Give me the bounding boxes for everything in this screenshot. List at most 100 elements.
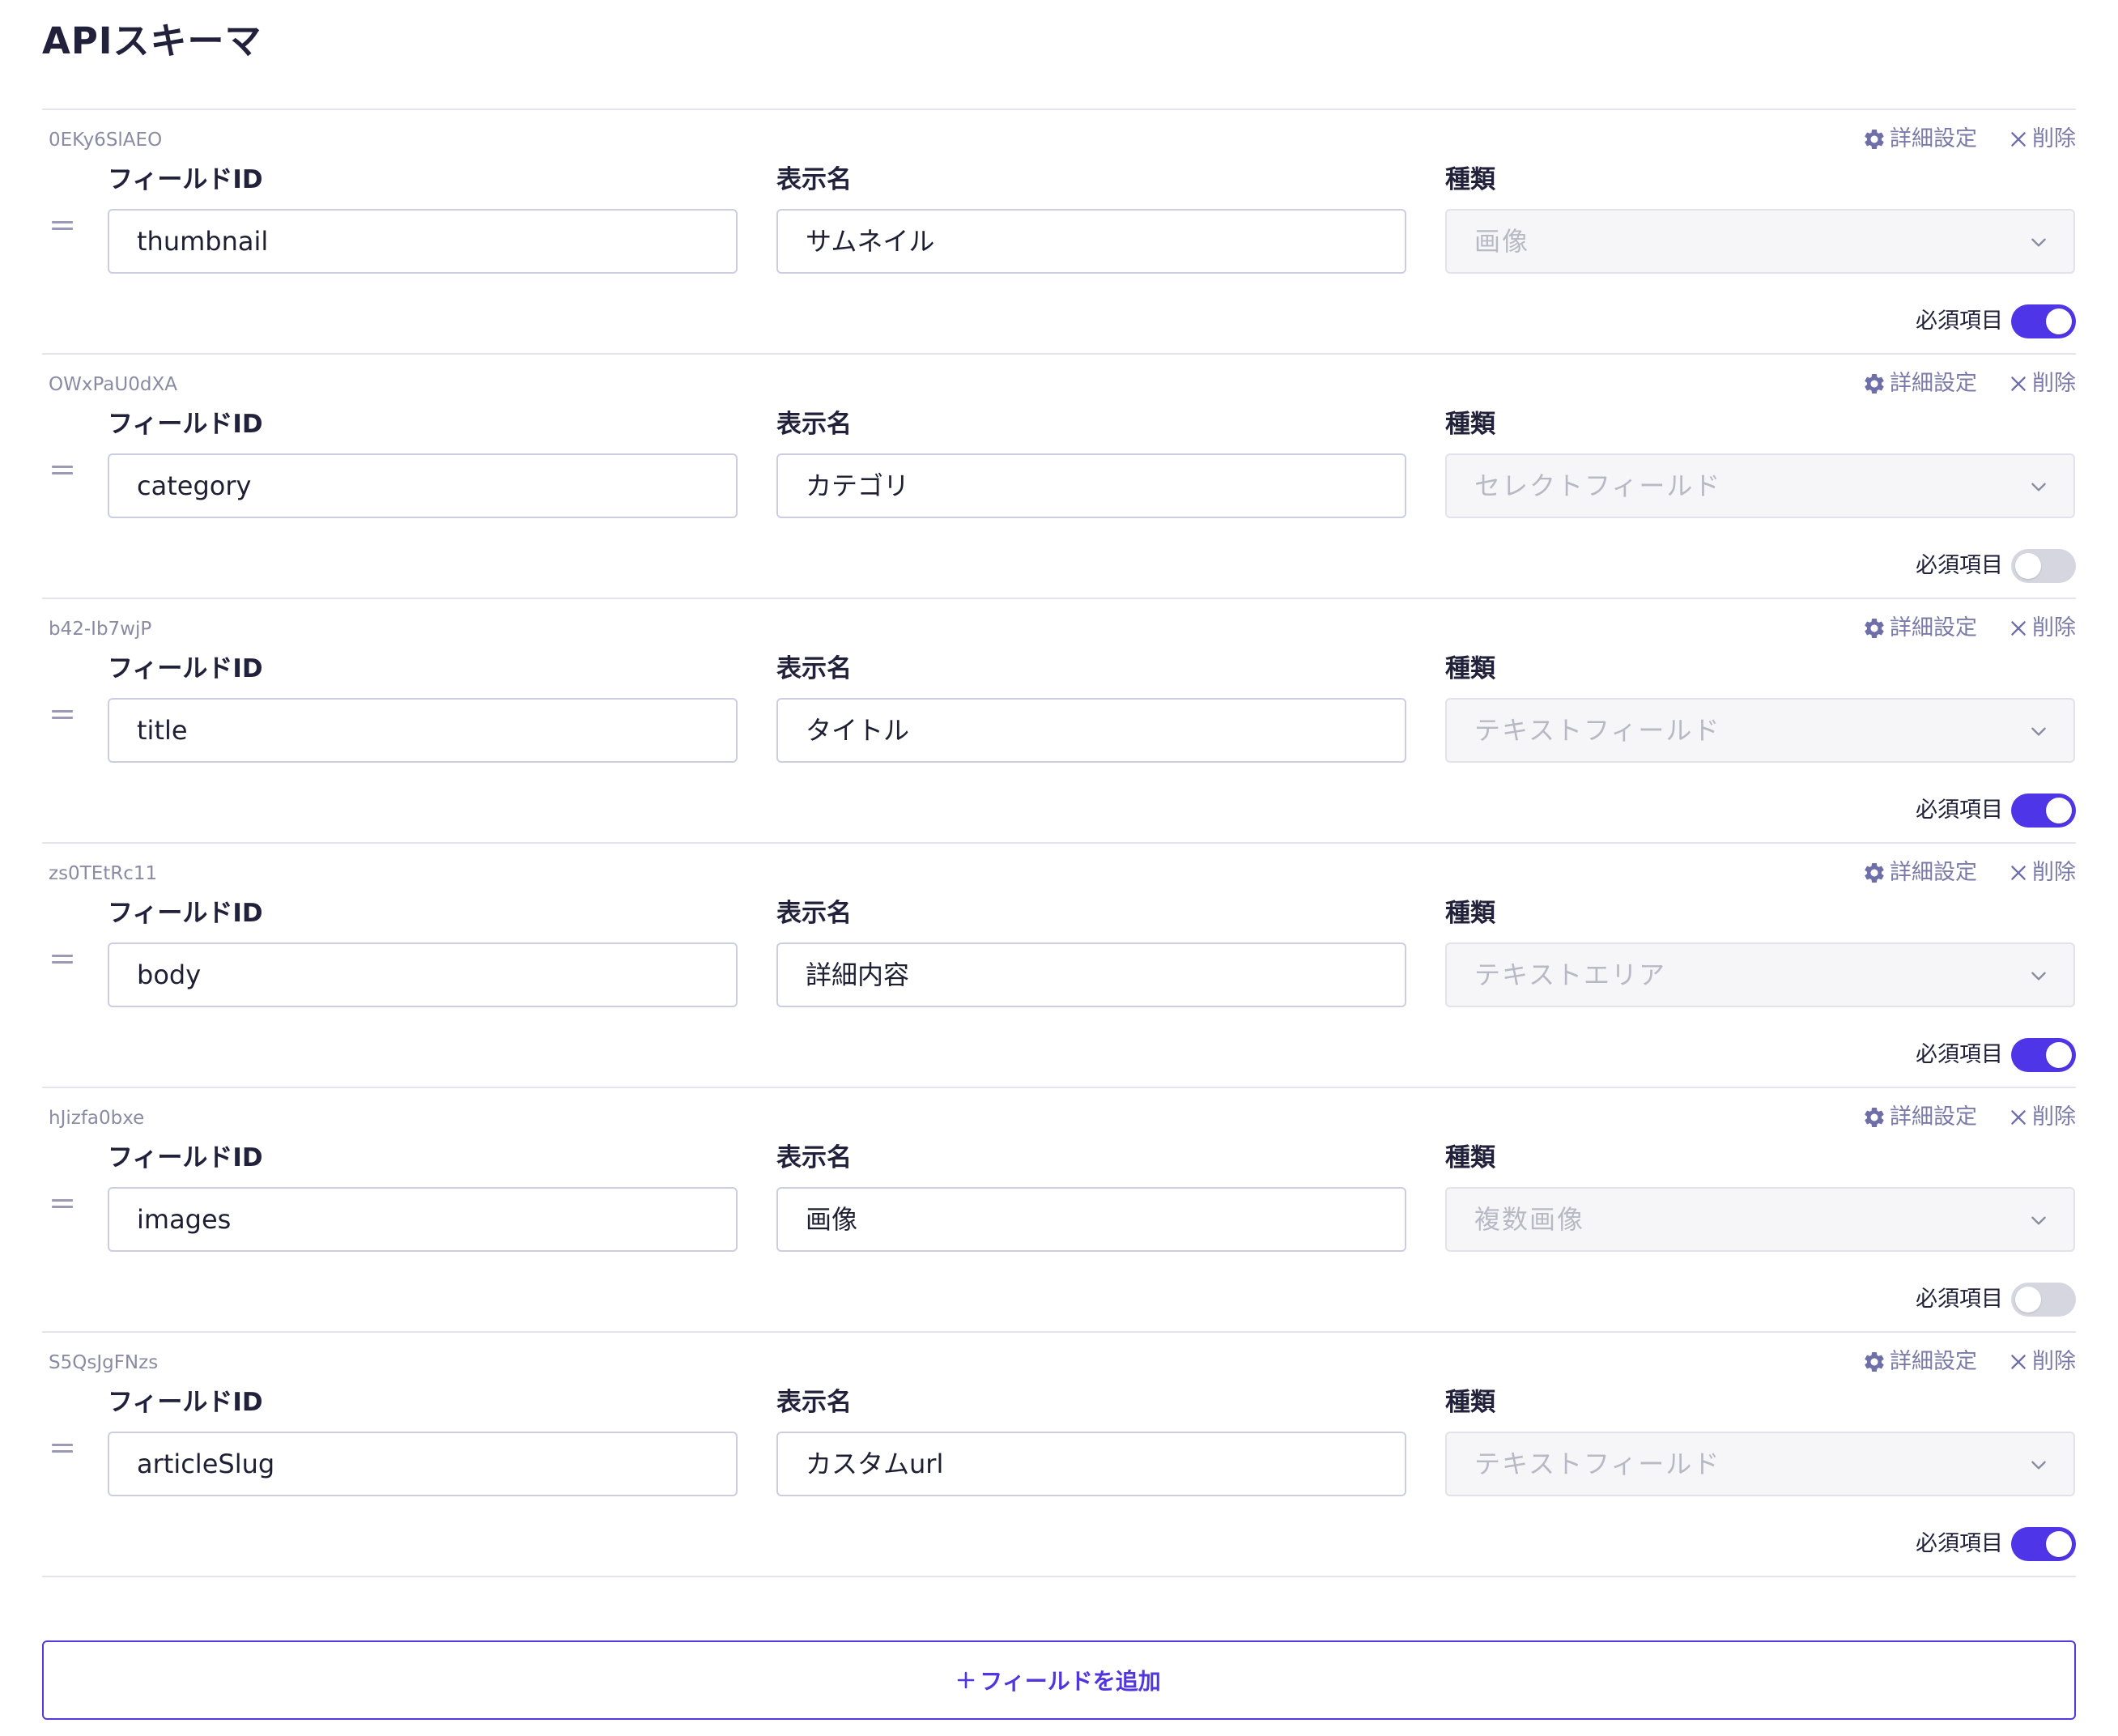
- close-icon: [2011, 377, 2026, 391]
- chevron-down-icon: [2031, 1216, 2046, 1225]
- drag-handle-icon[interactable]: [52, 709, 74, 721]
- display-name-group: 表示名 タイトル: [776, 653, 1406, 763]
- gear-icon: [1865, 1108, 1884, 1127]
- toggle-knob: [2046, 798, 2072, 823]
- settings-label: 詳細設定: [1890, 1104, 1977, 1130]
- display-name-group: 表示名 画像: [776, 1142, 1406, 1252]
- type-select[interactable]: テキストエリア: [1445, 942, 2075, 1007]
- required-label: 必須項目: [1916, 553, 2003, 578]
- row-actions: 詳細設定 削除: [1862, 1347, 2076, 1376]
- delete-button[interactable]: 削除: [2008, 125, 2076, 154]
- required-group: 必須項目: [1916, 794, 2076, 828]
- settings-button[interactable]: 詳細設定: [1862, 369, 1977, 398]
- delete-button[interactable]: 削除: [2008, 858, 2076, 887]
- required-toggle[interactable]: [2011, 1527, 2076, 1561]
- drag-handle-icon[interactable]: [52, 954, 74, 965]
- display-name-input[interactable]: カスタムurl: [776, 1432, 1406, 1496]
- delete-button[interactable]: 削除: [2008, 1347, 2076, 1376]
- drag-handle-icon[interactable]: [52, 1198, 74, 1210]
- field-key: 0EKy6SlAEO: [49, 130, 163, 151]
- type-group: 種類 テキストフィールド: [1445, 653, 2075, 763]
- chevron-down-icon: [2031, 972, 2046, 981]
- display-name-input[interactable]: サムネイル: [776, 209, 1406, 274]
- close-icon: [2011, 1355, 2026, 1369]
- type-select-value: 複数画像: [1474, 1204, 1585, 1235]
- field-list: 0EKy6SlAEO 詳細設定 削除 フィールドID thumbnail 表示名: [42, 108, 2076, 1577]
- type-label: 種類: [1445, 1143, 1495, 1172]
- settings-label: 詳細設定: [1890, 371, 1977, 396]
- settings-button[interactable]: 詳細設定: [1862, 1103, 1977, 1132]
- type-select[interactable]: テキストフィールド: [1445, 698, 2075, 763]
- field-id-input[interactable]: images: [108, 1187, 738, 1252]
- required-group: 必須項目: [1916, 549, 2076, 583]
- required-toggle[interactable]: [2011, 304, 2076, 338]
- type-label: 種類: [1445, 1388, 1495, 1417]
- close-icon: [2011, 621, 2026, 636]
- field-id-input[interactable]: category: [108, 453, 738, 518]
- type-group: 種類 複数画像: [1445, 1142, 2075, 1252]
- type-group: 種類 テキストフィールド: [1445, 1386, 2075, 1496]
- required-toggle[interactable]: [2011, 1283, 2076, 1317]
- field-id-label: フィールドID: [108, 410, 263, 439]
- settings-button[interactable]: 詳細設定: [1862, 614, 1977, 643]
- type-select[interactable]: テキストフィールド: [1445, 1432, 2075, 1496]
- required-label: 必須項目: [1916, 798, 2003, 823]
- field-id-input[interactable]: title: [108, 698, 738, 763]
- display-name-group: 表示名 サムネイル: [776, 164, 1406, 274]
- add-field-button[interactable]: フィールドを追加: [42, 1640, 2076, 1720]
- display-name-input[interactable]: タイトル: [776, 698, 1406, 763]
- field-id-input[interactable]: thumbnail: [108, 209, 738, 274]
- required-toggle[interactable]: [2011, 1038, 2076, 1072]
- display-name-label: 表示名: [776, 410, 852, 439]
- type-label: 種類: [1445, 165, 1495, 194]
- gear-icon: [1865, 619, 1884, 638]
- display-name-label: 表示名: [776, 654, 852, 683]
- field-id-group: フィールドID category: [108, 408, 738, 518]
- delete-button[interactable]: 削除: [2008, 614, 2076, 643]
- api-schema-page: APIスキーマ 0EKy6SlAEO 詳細設定 削除 フィールドID thumb…: [0, 0, 2118, 1736]
- type-select[interactable]: 画像: [1445, 209, 2075, 274]
- display-name-group: 表示名 詳細内容: [776, 897, 1406, 1007]
- field-row: zs0TEtRc11 詳細設定 削除 フィールドID body 表示名 詳細内容: [42, 844, 2076, 1088]
- gear-icon: [1865, 863, 1884, 883]
- required-group: 必須項目: [1916, 1283, 2076, 1317]
- row-actions: 詳細設定 削除: [1862, 858, 2076, 887]
- field-id-label: フィールドID: [108, 654, 263, 683]
- field-id-label: フィールドID: [108, 1143, 263, 1172]
- delete-button[interactable]: 削除: [2008, 369, 2076, 398]
- display-name-label: 表示名: [776, 165, 852, 194]
- chevron-down-icon: [2031, 1461, 2046, 1470]
- field-id-label: フィールドID: [108, 899, 263, 928]
- delete-button[interactable]: 削除: [2008, 1103, 2076, 1132]
- display-name-input[interactable]: 画像: [776, 1187, 1406, 1252]
- display-name-label: 表示名: [776, 1388, 852, 1417]
- field-key: S5QsJgFNzs: [49, 1352, 159, 1373]
- close-icon: [2011, 132, 2026, 147]
- drag-handle-icon[interactable]: [52, 220, 74, 232]
- field-id-input[interactable]: body: [108, 942, 738, 1007]
- row-actions: 詳細設定 削除: [1862, 125, 2076, 154]
- display-name-group: 表示名 カスタムurl: [776, 1386, 1406, 1496]
- drag-handle-icon[interactable]: [52, 1443, 74, 1454]
- drag-handle-icon[interactable]: [52, 465, 74, 476]
- field-id-input[interactable]: articleSlug: [108, 1432, 738, 1496]
- settings-button[interactable]: 詳細設定: [1862, 1347, 1977, 1376]
- display-name-input[interactable]: 詳細内容: [776, 942, 1406, 1007]
- display-name-input[interactable]: カテゴリ: [776, 453, 1406, 518]
- gear-icon: [1865, 374, 1884, 394]
- chevron-down-icon: [2031, 483, 2046, 491]
- add-field-label: フィールドを追加: [980, 1668, 1161, 1695]
- settings-button[interactable]: 詳細設定: [1862, 125, 1977, 154]
- field-id-group: フィールドID images: [108, 1142, 738, 1252]
- settings-button[interactable]: 詳細設定: [1862, 858, 1977, 887]
- required-toggle[interactable]: [2011, 549, 2076, 583]
- type-select[interactable]: セレクトフィールド: [1445, 453, 2075, 518]
- field-row: b42-Ib7wjP 詳細設定 削除 フィールドID title 表示名 タイト: [42, 599, 2076, 844]
- type-select[interactable]: 複数画像: [1445, 1187, 2075, 1252]
- page-title: APIスキーマ: [42, 19, 262, 62]
- type-label: 種類: [1445, 410, 1495, 439]
- toggle-knob: [2046, 1531, 2072, 1557]
- toggle-knob: [2046, 308, 2072, 334]
- required-toggle[interactable]: [2011, 794, 2076, 828]
- delete-label: 削除: [2032, 371, 2076, 396]
